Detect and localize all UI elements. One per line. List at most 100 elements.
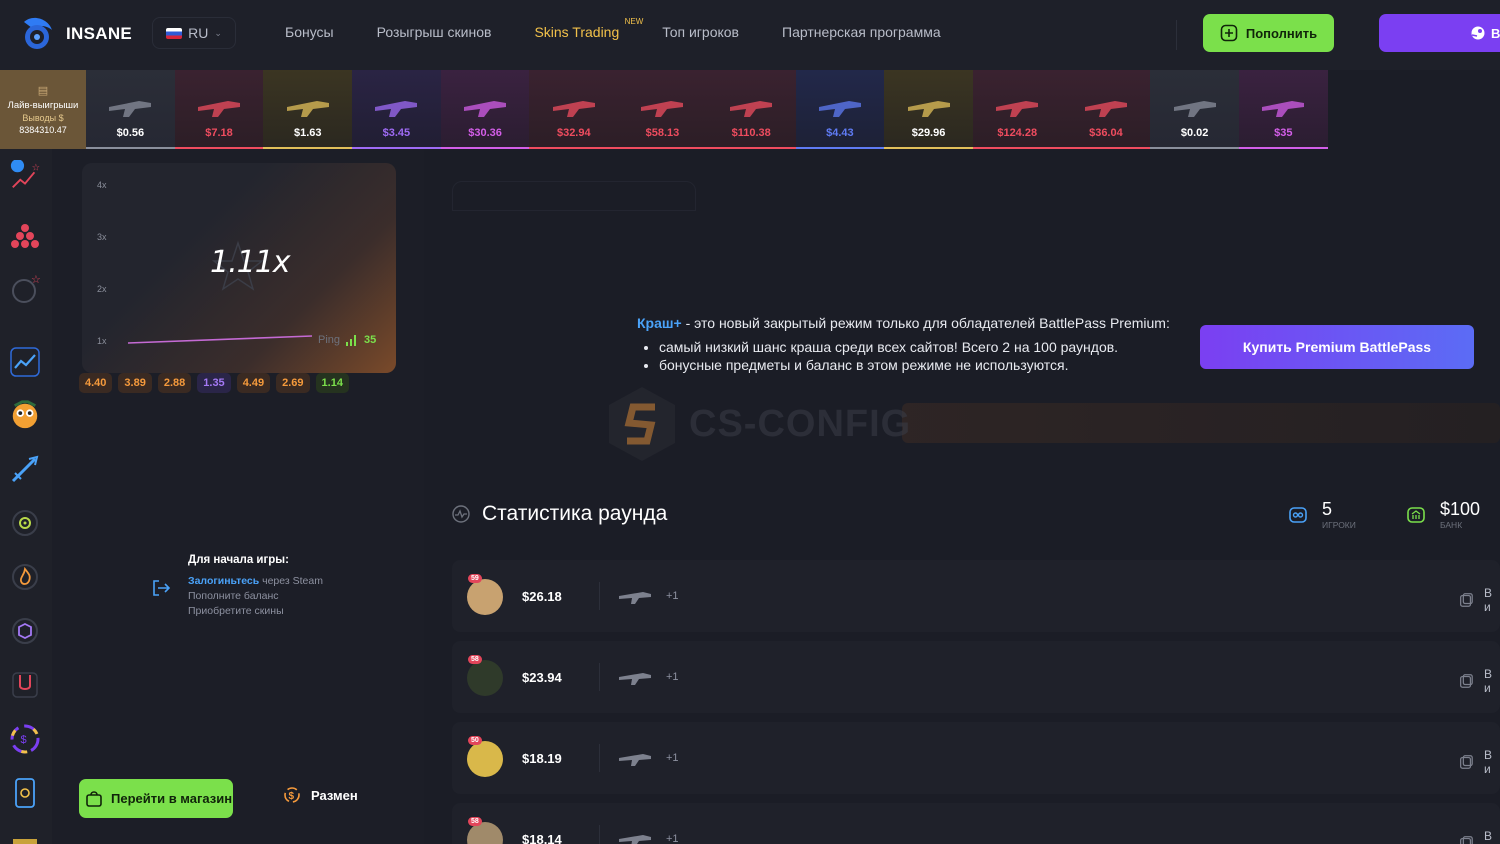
roulette-icon[interactable]: ☆ — [9, 273, 41, 305]
bet-amount: $23.94 — [522, 670, 562, 685]
drop-item[interactable]: $29.96 — [884, 70, 973, 149]
drop-price: $1.63 — [293, 127, 322, 139]
players-count: 5 — [1322, 499, 1333, 519]
history-multiplier: 2.88 — [157, 373, 192, 393]
drop-item[interactable]: $32.94 — [529, 70, 619, 149]
drop-item[interactable]: $124.28 — [972, 70, 1062, 149]
fire-icon[interactable] — [9, 561, 41, 593]
wheel-icon[interactable]: $ — [9, 723, 41, 755]
skin-image-icon — [1173, 101, 1216, 117]
language-select[interactable]: RU ⌄ — [152, 17, 236, 49]
mascot-icon[interactable] — [9, 399, 41, 431]
nav-top-players[interactable]: Топ игроков — [662, 24, 739, 40]
withdrawals-total: 8384310.47 — [19, 125, 67, 135]
new-badge: NEW — [624, 17, 644, 26]
row-status-label: В и — [1483, 667, 1492, 695]
drop-item[interactable]: $3.45 — [352, 70, 441, 149]
crash-plus-icon[interactable]: ☆ — [9, 160, 41, 193]
go-to-shop-button[interactable]: Перейти в магазин — [79, 779, 233, 818]
row-status: В и — [1458, 667, 1500, 695]
more-items-count: +1 — [666, 833, 679, 844]
drop-price: $7.18 — [205, 127, 233, 139]
drop-item[interactable]: $4.43 — [795, 70, 885, 149]
skin-image-icon — [375, 101, 418, 117]
history-multiplier: 1.14 — [315, 373, 349, 393]
bet-row[interactable]: 50 $18.19 +1 В и — [452, 722, 1500, 794]
pyramid-icon[interactable] — [9, 219, 41, 251]
row-status: В и — [1458, 748, 1500, 776]
drop-price: $35 — [1274, 127, 1293, 139]
plus-square-icon — [1220, 24, 1238, 42]
crash-icon[interactable] — [9, 346, 41, 378]
row-status: В и — [1458, 829, 1500, 844]
main-nav: Бонусы Розыгрыш скинов Skins Trading NEW … — [285, 17, 984, 40]
bet-row[interactable]: 58 $23.94 +1 В и — [452, 641, 1500, 713]
target-icon[interactable] — [9, 507, 41, 539]
drop-item[interactable]: $7.18 — [174, 70, 264, 149]
nav-bonuses[interactable]: Бонусы — [285, 24, 334, 40]
cards-icon — [1460, 755, 1473, 769]
bet-row[interactable]: 59 $26.18 +1 В и — [452, 560, 1500, 632]
drop-item[interactable]: $58.13 — [618, 70, 707, 149]
drop-item[interactable]: $0.56 — [86, 70, 175, 149]
bet-amount: $18.14 — [522, 832, 562, 844]
nav-skins-trading[interactable]: Skins Trading NEW — [534, 17, 643, 40]
info-bullet-1: самый низкий шанс краша среди всех сайто… — [659, 338, 1170, 356]
skin-image-icon — [552, 101, 595, 117]
row-status-label: В и — [1483, 586, 1492, 614]
avatar — [467, 660, 503, 696]
row-status-label: В и — [1483, 829, 1492, 844]
drop-item[interactable]: $35 — [1238, 70, 1328, 149]
upgrade-icon[interactable] — [9, 669, 41, 701]
bet-skin-icon — [619, 835, 651, 844]
history-multiplier: 4.49 — [236, 373, 271, 393]
logo[interactable]: INSANE — [18, 16, 132, 52]
login-link[interactable]: Залогиньтесь — [188, 575, 259, 587]
drop-item[interactable]: $30.36 — [440, 70, 530, 149]
drop-item[interactable]: $110.38 — [706, 70, 796, 149]
language-label: RU — [188, 25, 209, 41]
crash-history: 4.40 3.89 2.88 1.35 4.49 2.69 1.14 — [79, 373, 349, 393]
players-icon — [1289, 506, 1307, 523]
row-divider — [599, 582, 600, 610]
topup-label: Пополнить — [1245, 25, 1318, 41]
nav-partners[interactable]: Партнерская программа — [782, 24, 941, 40]
row-divider — [599, 825, 600, 844]
exchange-button[interactable]: $ Размен — [282, 785, 358, 805]
skin-image-icon — [641, 101, 684, 117]
topup-button[interactable]: Пополнить — [1203, 14, 1334, 52]
skin-image-icon — [109, 101, 152, 117]
main-content: Краш+ - это новый закрытый режим только … — [424, 149, 1500, 844]
sword-icon[interactable] — [9, 453, 41, 485]
start-title: Для начала игры: — [188, 554, 289, 566]
go-to-shop-label: Перейти в магазин — [111, 791, 233, 806]
bank-amount: $100 — [1440, 499, 1481, 519]
drop-price: $36.04 — [1089, 127, 1123, 139]
steam-login-label: В — [1491, 25, 1500, 41]
drop-item[interactable]: $1.63 — [263, 70, 353, 149]
drop-item[interactable]: $0.02 — [1150, 70, 1239, 149]
history-multiplier: 4.40 — [79, 373, 113, 393]
drop-item[interactable]: $36.04 — [1061, 70, 1151, 149]
live-icon: ▤ — [37, 85, 49, 97]
history-multiplier: 1.35 — [197, 373, 231, 393]
skin-image-icon — [286, 101, 329, 117]
nav-giveaways[interactable]: Розыгрыш скинов — [377, 24, 492, 40]
drops-list: $0.56 $7.18 $1.63 $3.45 $30.36 $32.94 $58.13 $1… — [86, 70, 1328, 149]
bet-skin-icon — [619, 754, 651, 766]
row-divider — [599, 744, 600, 772]
buy-battlepass-button[interactable]: Купить Premium BattlePass — [1200, 325, 1474, 369]
case-cube-icon[interactable] — [9, 615, 41, 647]
contract-icon[interactable] — [9, 777, 41, 809]
history-multiplier: 2.69 — [276, 373, 310, 393]
steam-login-button[interactable]: В — [1379, 14, 1500, 52]
cards-icon — [1460, 674, 1473, 688]
avatar — [467, 741, 503, 777]
players-stat: 5 игроки — [1288, 499, 1356, 530]
chest-icon[interactable] — [9, 829, 41, 844]
svg-text:☆: ☆ — [32, 161, 40, 172]
bet-skin-icon — [619, 592, 651, 604]
bet-row[interactable]: 58 $18.14 +1 В и — [452, 803, 1500, 844]
ping-label: Ping — [318, 334, 341, 346]
bank-stat: $100 банк — [1406, 499, 1480, 530]
